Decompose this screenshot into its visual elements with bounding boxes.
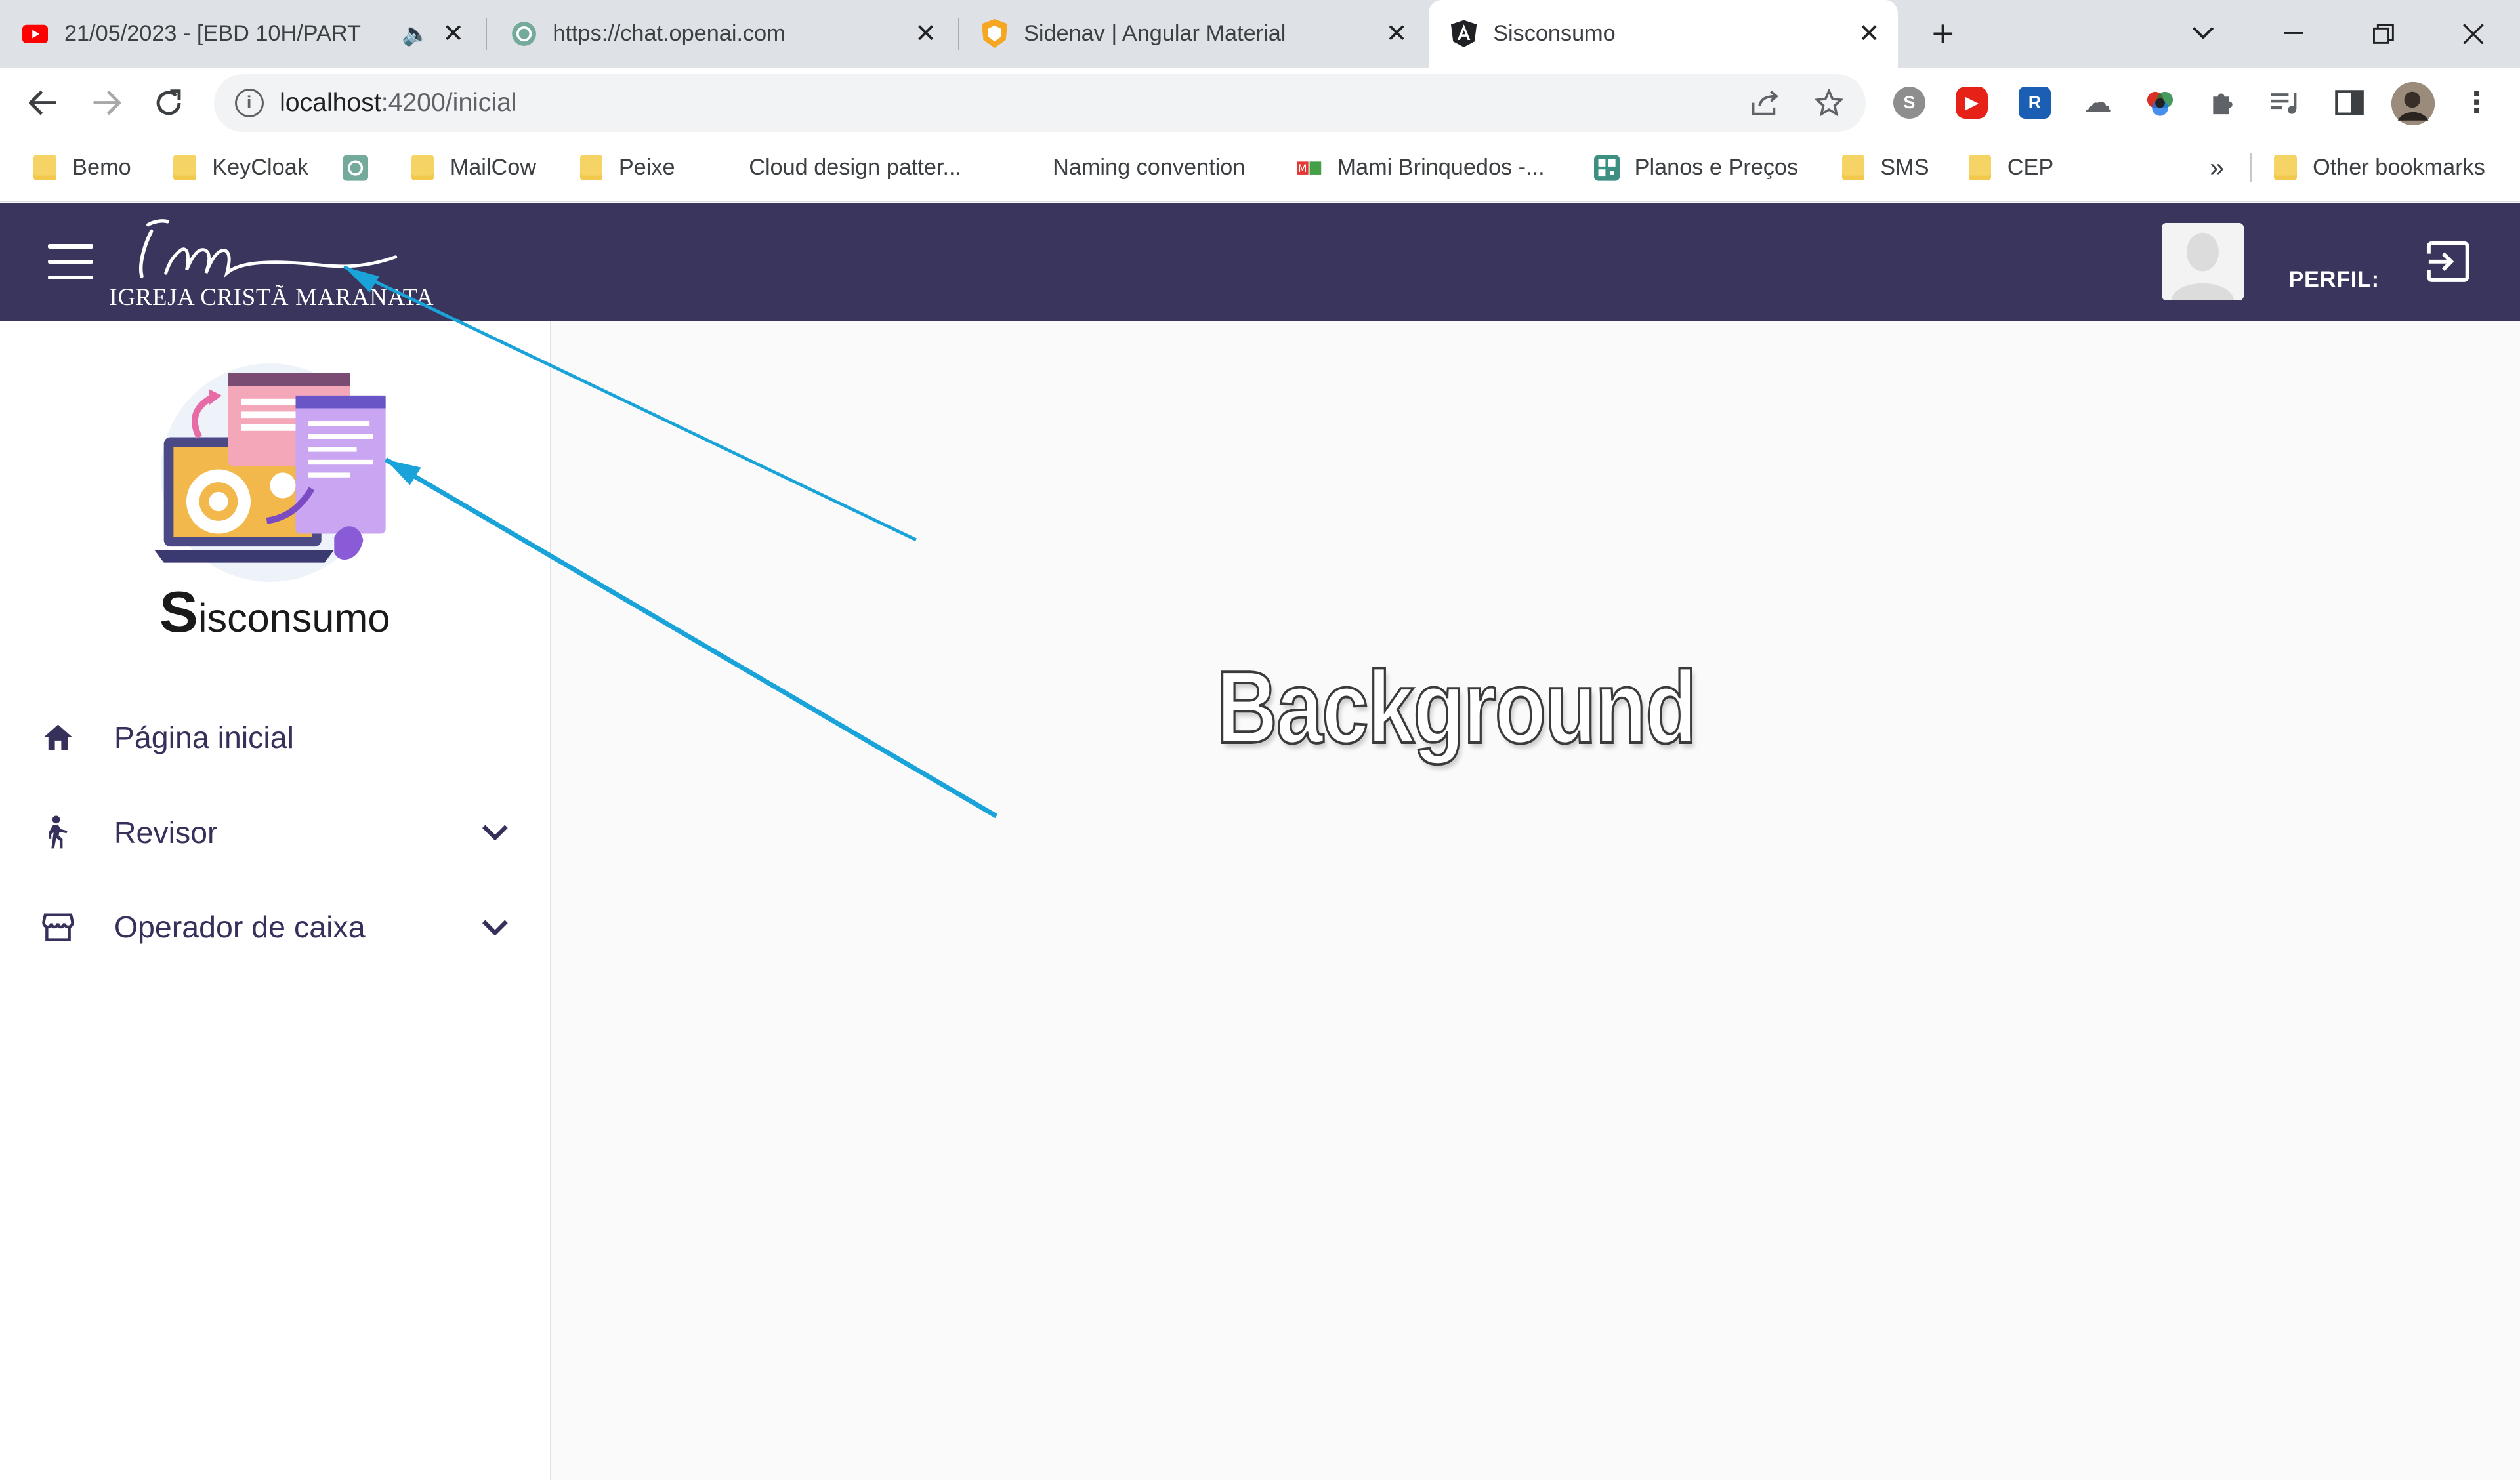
bookmarks-bar: Bemo KeyCloak MailCow Peixe Cloud design…	[0, 138, 2520, 203]
minimize-button[interactable]	[2256, 0, 2330, 68]
speaker-icon[interactable]: 🔈	[402, 21, 430, 47]
main-content: Background	[551, 321, 2520, 1480]
openai-icon	[511, 21, 537, 47]
sisconsumo-illustration	[154, 360, 395, 585]
reload-button[interactable]	[146, 80, 192, 125]
logo-text: IGREJA CRISTÃ MARANATA	[109, 283, 434, 310]
restore-button[interactable]	[2347, 0, 2421, 68]
forward-button[interactable]	[83, 80, 129, 125]
address-bar[interactable]: i localhost:4200/inicial	[213, 73, 1866, 132]
sidebar-item-revisor[interactable]: Revisor	[0, 791, 550, 874]
bookmark-item[interactable]: KeyCloak	[172, 142, 308, 195]
new-tab-button[interactable]: +	[1906, 0, 1981, 68]
media-control-icon[interactable]	[2269, 87, 2301, 119]
tab-chatgpt[interactable]: https://chat.openai.com ✕	[488, 0, 954, 68]
folder-icon	[1841, 155, 1864, 181]
logo-script	[138, 219, 397, 278]
chevron-down-icon[interactable]	[476, 813, 514, 852]
app-toolbar: IGREJA CRISTÃ MARANATA PERFIL:	[0, 202, 2520, 321]
openai-icon	[342, 155, 368, 181]
bookmark-item[interactable]: Naming convention	[1013, 142, 1245, 195]
tab-angular-material[interactable]: Sidenav | Angular Material ✕	[959, 0, 1425, 68]
mami-icon: M	[1297, 155, 1322, 180]
app-name: Sisconsumo	[159, 579, 390, 644]
folder-icon	[580, 155, 603, 181]
angular-icon	[1451, 20, 1477, 48]
bookmark-item[interactable]: Bemo	[32, 142, 131, 195]
qr-icon	[1594, 155, 1620, 181]
svg-text:M: M	[1298, 162, 1307, 175]
person-icon	[40, 815, 75, 850]
sidenav: Sisconsumo Página inicial Revisor Operad…	[0, 321, 551, 1480]
tab-sisconsumo[interactable]: Sisconsumo ✕	[1429, 0, 1899, 68]
bookmark-item[interactable]: SMS	[1840, 142, 1929, 195]
bookmark-item[interactable]: Planos e Preços	[1594, 142, 1798, 195]
profile-label: PERFIL:	[2288, 266, 2380, 292]
bookmarks-separator	[2250, 152, 2252, 182]
tab-youtube[interactable]: 21/05/2023 - [EBD 10H/PART 🔈 ✕	[0, 0, 482, 68]
angular-material-icon	[982, 19, 1008, 49]
profile-avatar-icon[interactable]	[2391, 81, 2435, 125]
close-tab-icon[interactable]: ✕	[1381, 18, 1413, 50]
bookmark-item[interactable]: MailCow	[410, 142, 536, 195]
bookmark-star-icon[interactable]	[1814, 88, 1843, 117]
side-panel-icon[interactable]	[2334, 87, 2366, 119]
sidebar-item-label: Revisor	[114, 815, 218, 850]
bookmark-item[interactable]: Peixe	[579, 142, 675, 195]
home-icon	[40, 720, 75, 755]
share-icon[interactable]	[1752, 89, 1780, 117]
youtube-icon	[22, 21, 49, 47]
close-window-button[interactable]	[2437, 0, 2511, 68]
screen: 21/05/2023 - [EBD 10H/PART 🔈 ✕ https://c…	[0, 0, 2520, 1480]
tab-title: Sidenav | Angular Material	[1023, 20, 1286, 46]
folder-icon	[33, 155, 56, 181]
sidebar-item-operador-de-caixa[interactable]: Operador de caixa	[0, 885, 550, 968]
youtube-extension-icon[interactable]: ▶	[1956, 87, 1988, 119]
background-annotation: Background	[1215, 649, 1698, 766]
bookmark-item[interactable]: M Mami Brinquedos -...	[1297, 142, 1545, 195]
bookmark-item[interactable]: Cloud design patter...	[709, 142, 961, 195]
chrome-menu-icon[interactable]: ⋮	[2460, 87, 2492, 119]
microsoft-icon	[1013, 155, 1038, 180]
bookmarks-overflow-button[interactable]: »	[2210, 142, 2224, 195]
back-button[interactable]	[21, 80, 66, 125]
chevron-down-icon[interactable]	[476, 908, 514, 947]
bookmark-item[interactable]: CEP	[1967, 142, 2053, 195]
folder-icon	[411, 155, 434, 181]
sidebar-item-label: Operador de caixa	[114, 910, 366, 945]
store-icon	[40, 909, 75, 945]
cloud-extension-icon[interactable]: ☁	[2081, 87, 2113, 119]
close-tab-icon[interactable]: ✕	[1853, 18, 1885, 50]
close-tab-icon[interactable]: ✕	[437, 18, 469, 50]
sidebar-item-label: Página inicial	[114, 720, 294, 755]
sidebar-item-pagina-inicial[interactable]: Página inicial	[0, 695, 550, 779]
extensions-puzzle-icon[interactable]	[2206, 87, 2238, 119]
site-info-icon[interactable]: i	[234, 88, 264, 117]
close-tab-icon[interactable]: ✕	[910, 18, 942, 50]
folder-icon	[2274, 155, 2297, 181]
tab-separator	[485, 17, 488, 50]
tab-title: Sisconsumo	[1493, 20, 1616, 46]
microsoft-icon	[709, 155, 734, 180]
other-bookmarks[interactable]: Other bookmarks	[2273, 142, 2485, 195]
bookmark-openai[interactable]	[342, 142, 383, 195]
color-extension-icon[interactable]	[2144, 87, 2176, 119]
tab-search-button[interactable]	[2166, 0, 2240, 68]
password-extension-icon[interactable]: R	[2018, 87, 2051, 119]
logout-icon[interactable]	[2426, 241, 2471, 283]
folder-icon	[173, 155, 196, 181]
user-avatar[interactable]	[2161, 223, 2244, 300]
tab-title: https://chat.openai.com	[553, 20, 786, 46]
browser-toolbar: i localhost:4200/inicial S ▶ R ☁ ⋮	[0, 67, 2520, 138]
url-text: localhost:4200/inicial	[280, 88, 517, 117]
browser-tab-strip: 21/05/2023 - [EBD 10H/PART 🔈 ✕ https://c…	[0, 0, 2520, 68]
skype-extension-icon[interactable]: S	[1893, 87, 1925, 119]
folder-icon	[1969, 155, 1992, 181]
tab-title: 21/05/2023 - [EBD 10H/PART	[64, 20, 361, 46]
menu-icon[interactable]	[48, 244, 94, 280]
church-logo: IGREJA CRISTÃ MARANATA	[110, 215, 433, 312]
